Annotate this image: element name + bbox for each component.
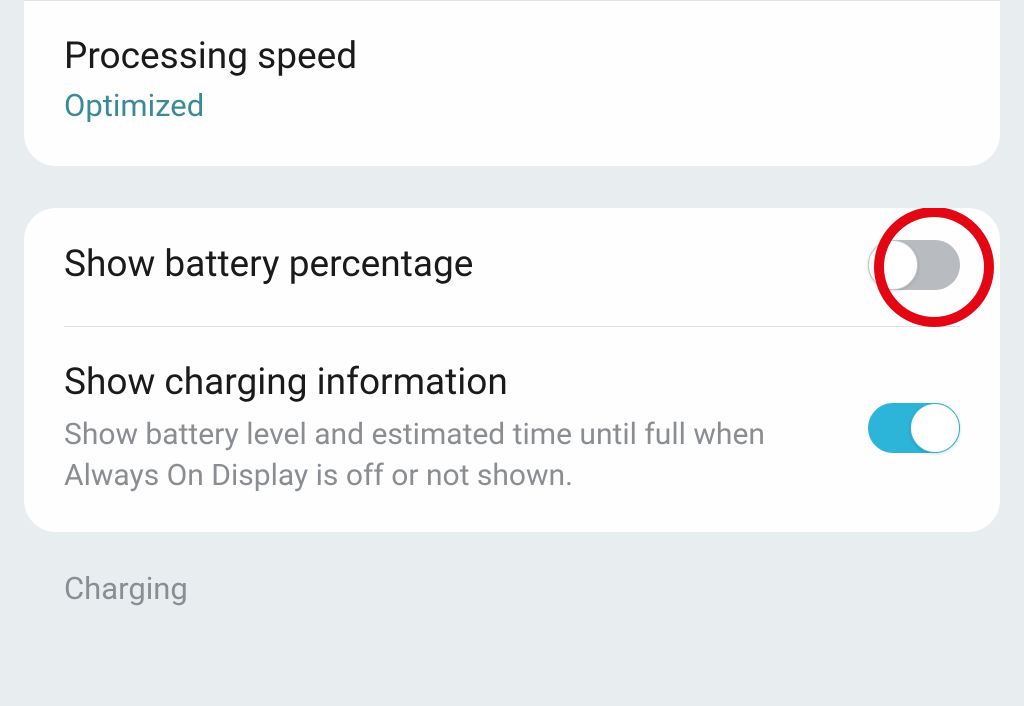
battery-percentage-row[interactable]: Show battery percentage — [24, 208, 1000, 326]
settings-card-top: Processing speed Optimized — [24, 0, 1000, 166]
charging-info-content: Show charging information Show battery l… — [64, 359, 868, 496]
settings-card-middle: Show battery percentage Show charging in… — [24, 208, 1000, 532]
charging-info-description: Show battery level and estimated time un… — [64, 415, 848, 496]
toggle-knob — [868, 240, 918, 290]
charging-info-title: Show charging information — [64, 359, 848, 407]
processing-speed-row[interactable]: Processing speed Optimized — [24, 0, 1000, 124]
processing-speed-value: Optimized — [64, 87, 940, 124]
battery-percentage-toggle[interactable] — [868, 240, 960, 290]
processing-speed-content: Processing speed Optimized — [64, 33, 960, 124]
toggle-knob — [910, 403, 960, 453]
charging-info-toggle[interactable] — [868, 403, 960, 453]
charging-section-header: Charging — [0, 532, 1024, 607]
battery-percentage-content: Show battery percentage — [64, 241, 868, 289]
charging-info-row[interactable]: Show charging information Show battery l… — [24, 327, 1000, 532]
battery-percentage-title: Show battery percentage — [64, 241, 848, 289]
processing-speed-title: Processing speed — [64, 33, 940, 81]
